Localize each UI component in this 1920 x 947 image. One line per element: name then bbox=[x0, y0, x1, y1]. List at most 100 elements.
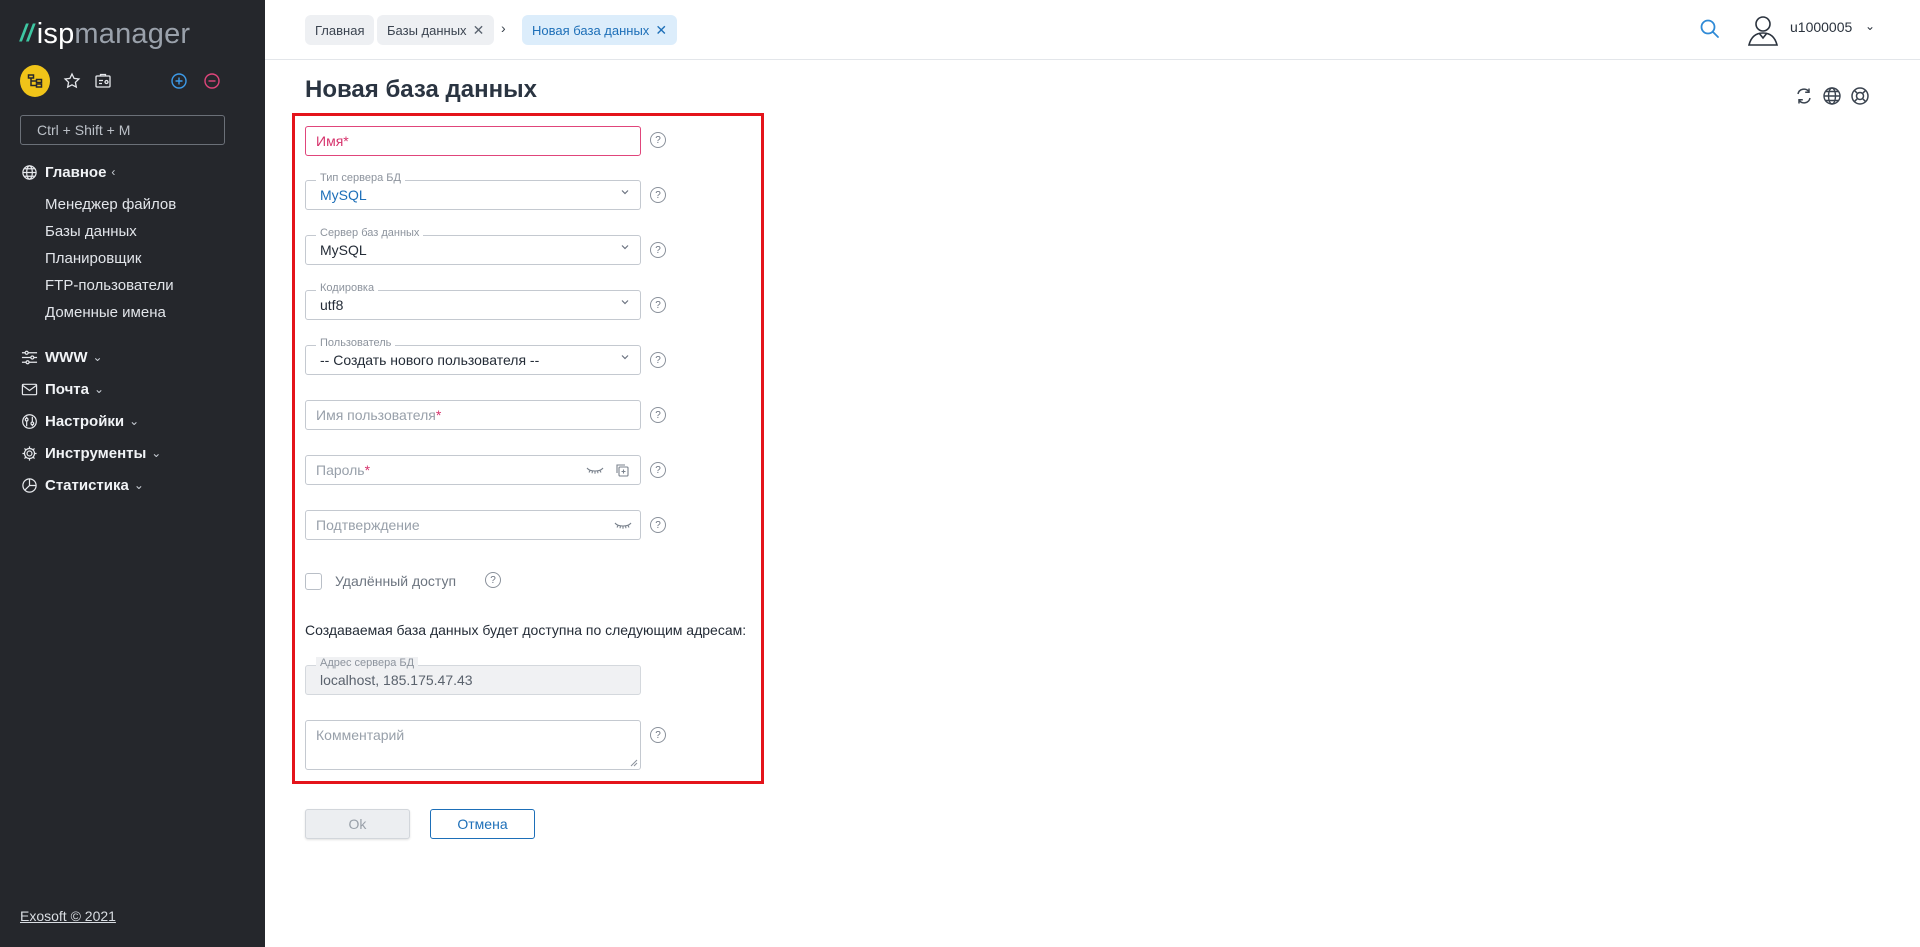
help-icon[interactable]: ? bbox=[650, 297, 666, 313]
remote-access-checkbox[interactable] bbox=[305, 572, 322, 590]
user-select[interactable]: Пользователь -- Создать нового пользоват… bbox=[305, 337, 641, 375]
name-input[interactable]: Имя* bbox=[305, 126, 641, 156]
required-mark: * bbox=[343, 133, 349, 149]
placeholder-text: Имя пользователя bbox=[316, 407, 436, 423]
db-server-select[interactable]: Сервер баз данных MySQL bbox=[305, 227, 641, 265]
show-password-eye-icon[interactable] bbox=[614, 518, 632, 532]
help-icon[interactable]: ? bbox=[485, 572, 501, 588]
breadcrumb-separator: › bbox=[501, 20, 506, 36]
help-icon[interactable]: ? bbox=[650, 132, 666, 148]
tree-menu-icon[interactable] bbox=[20, 65, 50, 97]
breadcrumb-databases[interactable]: Базы данных ✕ bbox=[377, 15, 495, 45]
sidebar-item-ftp-users[interactable]: FTP-пользователи bbox=[45, 274, 174, 296]
top-bar: Главная Базы данных ✕ › Новая база данны… bbox=[265, 0, 1920, 60]
select-value: MySQL bbox=[320, 242, 367, 258]
page-title: Новая база данных bbox=[305, 76, 537, 103]
help-icon[interactable]: ? bbox=[650, 462, 666, 478]
confirm-placeholder: Подтверждение bbox=[316, 517, 420, 533]
breadcrumb-label: Новая база данных bbox=[532, 22, 650, 38]
close-icon[interactable]: ✕ bbox=[473, 22, 485, 39]
refresh-icon[interactable] bbox=[1793, 85, 1815, 107]
chevron-down-icon bbox=[620, 242, 630, 255]
cancel-button[interactable]: Отмена bbox=[430, 809, 535, 839]
password-input[interactable]: Пароль* bbox=[305, 455, 641, 485]
help-icon[interactable]: ? bbox=[650, 242, 666, 258]
sidebar-item-databases[interactable]: Базы данных bbox=[45, 220, 137, 242]
star-icon[interactable] bbox=[58, 65, 86, 97]
chevron-down-icon: ⌄ bbox=[133, 478, 144, 492]
charset-select[interactable]: Кодировка utf8 bbox=[305, 282, 641, 320]
nav-group-mail[interactable]: Почта ⌄ bbox=[20, 377, 104, 401]
nav-group-main[interactable]: Главное ‹ bbox=[20, 160, 115, 184]
sidebar-item-domain-names[interactable]: Доменные имена bbox=[45, 301, 166, 323]
required-mark: * bbox=[364, 462, 371, 478]
id-card-icon[interactable] bbox=[88, 65, 118, 97]
close-icon[interactable]: ✕ bbox=[655, 22, 667, 39]
select-value: MySQL bbox=[320, 187, 367, 203]
breadcrumb-label: Главная bbox=[315, 22, 365, 38]
select-value: -- Создать нового пользователя -- bbox=[320, 352, 540, 368]
field-label: Пользователь bbox=[316, 337, 396, 349]
page-toolbar bbox=[1793, 85, 1871, 107]
chevron-left-icon: ‹ bbox=[111, 165, 116, 179]
chevron-down-icon[interactable]: ⌄ bbox=[1865, 19, 1875, 33]
remove-circle-icon[interactable] bbox=[198, 65, 226, 97]
db-server-address-field: Адрес сервера БД localhost, 185.175.47.4… bbox=[305, 657, 641, 695]
ispmanager-logo[interactable]: // isp manager bbox=[20, 18, 190, 50]
generate-password-icon[interactable] bbox=[614, 462, 630, 478]
breadcrumb-home[interactable]: Главная bbox=[305, 15, 375, 45]
sidebar-item-scheduler[interactable]: Планировщик bbox=[45, 247, 141, 269]
user-name[interactable]: u1000005 bbox=[1790, 19, 1852, 35]
chevron-down-icon bbox=[620, 297, 630, 310]
logo-mark: // bbox=[20, 20, 34, 47]
field-label: Тип сервера БД bbox=[316, 172, 405, 184]
user-avatar-icon[interactable] bbox=[1745, 12, 1781, 48]
nav-group-statistics[interactable]: Статистика ⌄ bbox=[20, 473, 144, 497]
chevron-down-icon: ⌄ bbox=[93, 382, 105, 396]
remote-access-label[interactable]: Удалённый доступ bbox=[335, 573, 456, 589]
help-icon[interactable]: ? bbox=[650, 517, 666, 533]
sidebar-item-file-manager[interactable]: Менеджер файлов bbox=[45, 193, 176, 215]
help-icon[interactable]: ? bbox=[650, 187, 666, 203]
placeholder-text: Имя bbox=[316, 133, 344, 149]
nav-group-label: Почта bbox=[45, 380, 89, 398]
gear-icon bbox=[20, 444, 38, 462]
comment-textarea[interactable]: Комментарий bbox=[305, 720, 641, 770]
resize-handle-icon[interactable] bbox=[629, 758, 638, 767]
password-confirm-input[interactable]: Подтверждение bbox=[305, 510, 641, 540]
username-input[interactable]: Имя пользователя* bbox=[305, 400, 641, 430]
search-icon[interactable] bbox=[1697, 16, 1723, 42]
db-server-type-select[interactable]: Тип сервера БД MySQL bbox=[305, 172, 641, 210]
breadcrumb-new-database[interactable]: Новая база данных ✕ bbox=[522, 15, 678, 45]
nav-group-tools[interactable]: Инструменты ⌄ bbox=[20, 441, 161, 465]
settings-icon bbox=[20, 412, 38, 430]
nav-group-settings[interactable]: Настройки ⌄ bbox=[20, 409, 139, 433]
help-icon[interactable]: ? bbox=[650, 407, 666, 423]
help-icon[interactable]: ? bbox=[650, 727, 666, 743]
show-password-eye-icon[interactable] bbox=[586, 463, 604, 477]
help-icon[interactable]: ? bbox=[650, 352, 666, 368]
copyright-link[interactable]: Exosoft © 2021 bbox=[20, 908, 116, 924]
field-label: Кодировка bbox=[316, 282, 379, 294]
nav-group-label: Инструменты bbox=[45, 444, 147, 462]
required-mark: * bbox=[435, 407, 442, 423]
add-circle-icon[interactable] bbox=[165, 65, 193, 97]
language-globe-icon[interactable] bbox=[1821, 85, 1843, 107]
name-placeholder: Имя* bbox=[316, 133, 349, 149]
comment-placeholder: Комментарий bbox=[316, 727, 405, 743]
help-lifebuoy-icon[interactable] bbox=[1849, 85, 1871, 107]
chevron-down-icon: ⌄ bbox=[151, 446, 162, 460]
nav-group-label: Главное bbox=[45, 163, 107, 181]
sliders-icon bbox=[20, 348, 38, 366]
nav-group-www[interactable]: WWW ⌄ bbox=[20, 345, 103, 369]
sidebar: // isp manager Главное ‹ Менеджер файлов… bbox=[0, 0, 265, 947]
sidebar-search-input[interactable] bbox=[20, 115, 225, 145]
logo-text-manager: manager bbox=[74, 17, 191, 50]
breadcrumb-label: Базы данных bbox=[387, 22, 467, 38]
pie-chart-icon bbox=[20, 476, 38, 494]
chevron-down-icon: ⌄ bbox=[92, 350, 103, 364]
chevron-down-icon bbox=[620, 187, 630, 200]
ok-button[interactable]: Ok bbox=[305, 809, 410, 839]
sidebar-toolbar bbox=[20, 65, 230, 97]
select-value: utf8 bbox=[320, 297, 344, 313]
